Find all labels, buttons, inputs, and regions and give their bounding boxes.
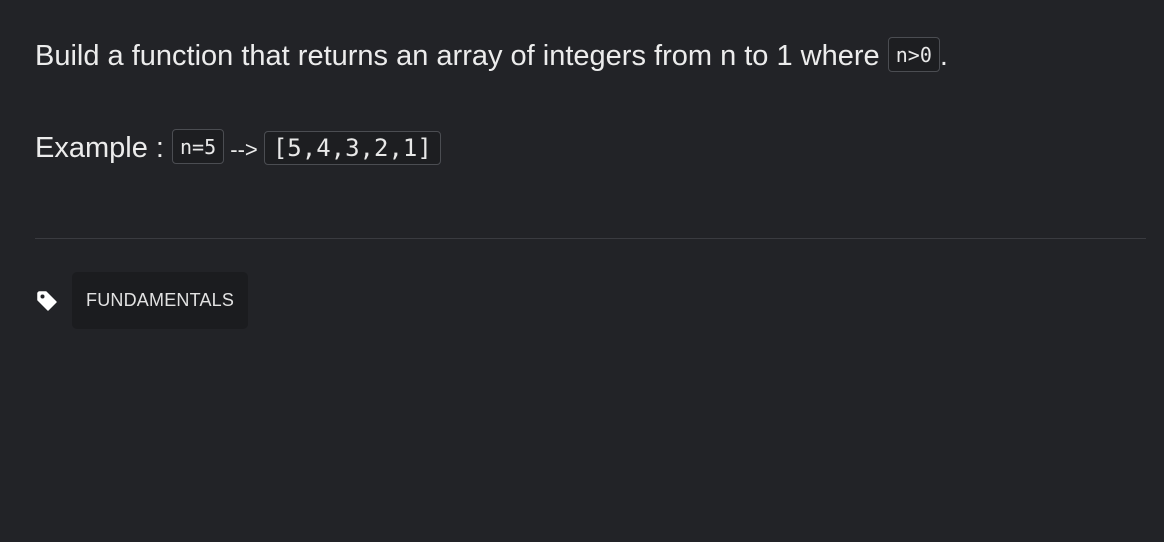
example-line: Example : n=5 --> [5,4,3,2,1] [35, 128, 1145, 170]
kata-description: Build a function that returns an array o… [35, 36, 1145, 170]
section-divider [35, 238, 1146, 239]
inline-code-example-output: [5,4,3,2,1] [263, 131, 441, 166]
tags-section: FUNDAMENTALS [35, 272, 249, 329]
example-label: Example : [35, 132, 172, 164]
description-sentence: Build a function that returns an array o… [35, 36, 1145, 76]
example-arrow: --> [224, 137, 264, 162]
inline-code-example-input: n=5 [172, 128, 225, 164]
tag-icon [35, 289, 59, 313]
inline-code-condition: n>0 [887, 36, 940, 72]
description-period: . [939, 40, 948, 72]
tag-chip-fundamentals[interactable]: FUNDAMENTALS [72, 272, 249, 329]
description-text: Build a function that returns an array o… [35, 40, 888, 72]
